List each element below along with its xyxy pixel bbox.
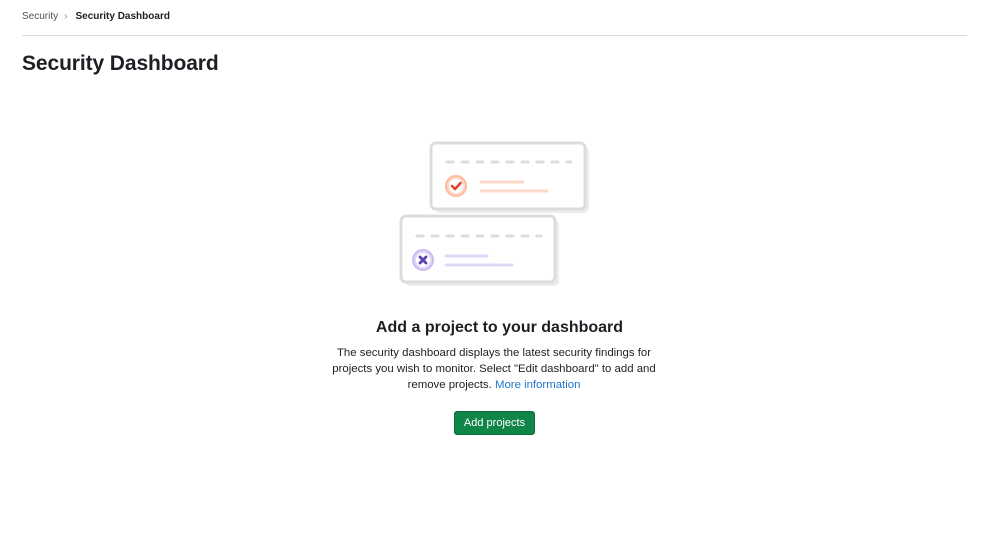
header-divider [22, 35, 967, 36]
more-information-link[interactable]: More information [495, 379, 580, 391]
empty-state-description: The security dashboard displays the late… [330, 345, 658, 393]
add-projects-button[interactable]: Add projects [454, 411, 535, 435]
breadcrumb-security-link[interactable]: Security [22, 11, 58, 22]
page-title: Security Dashboard [22, 52, 219, 75]
empty-state-title: Add a project to your dashboard [375, 319, 624, 336]
bottom-card-illustration [399, 214, 559, 286]
breadcrumb-current: Security Dashboard [75, 11, 170, 22]
breadcrumb: Security › Security Dashboard [22, 11, 170, 22]
top-card-illustration [429, 141, 589, 213]
empty-state-illustration [396, 140, 592, 290]
chevron-right-icon: › [64, 10, 68, 22]
